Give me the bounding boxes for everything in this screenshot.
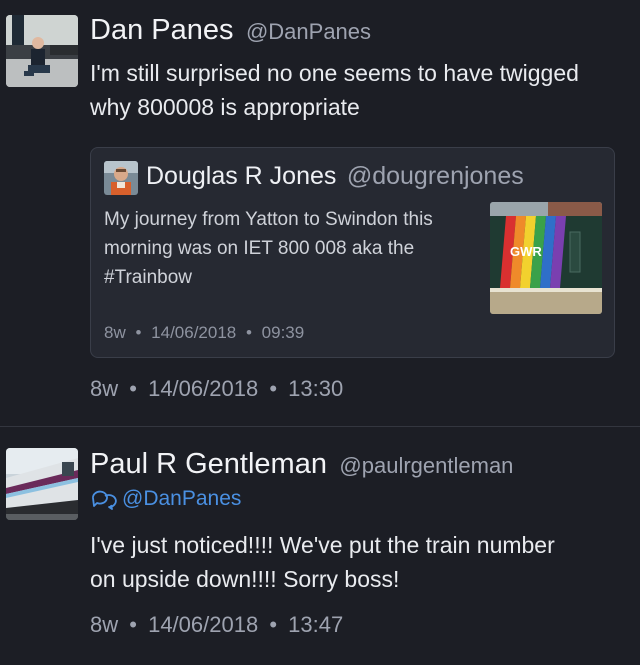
quote-timestamp[interactable]: 8w • 14/06/2018 • 09:39 [104, 323, 304, 343]
quote-author-handle[interactable]: @dougrenjones [347, 162, 524, 190]
tweet1-text: I'm still surprised no one seems to have… [90, 56, 630, 124]
separator-dot: • [245, 323, 252, 342]
separator-dot: • [135, 323, 142, 342]
avatar-dan-panes[interactable] [6, 15, 78, 87]
author-name[interactable]: Dan Panes [90, 14, 234, 46]
tweet-text-line: on upside down!!!! Sorry boss! [90, 566, 400, 592]
author-name[interactable]: Paul R Gentleman [90, 448, 327, 480]
avatar-photo [6, 15, 78, 87]
separator-dot: • [269, 376, 278, 401]
author-handle[interactable]: @DanPanes [246, 19, 371, 44]
tweet2-header: Paul R Gentleman @paulrgentleman [90, 448, 513, 481]
quote-age: 8w [104, 323, 126, 342]
tweet-text-line: I'm still surprised no one seems to have… [90, 60, 579, 86]
quote-text-line: morning was on IET 800 008 aka the [104, 238, 415, 259]
avatar-photo [104, 161, 138, 195]
tweet-date: 14/06/2018 [148, 612, 259, 637]
avatar-photo [6, 448, 78, 520]
separator-dot: • [129, 612, 137, 637]
quote-time: 09:39 [261, 323, 305, 342]
quote-text: My journey from Yatton to Swindon this m… [104, 205, 484, 292]
tweet-date: 14/06/2018 [148, 376, 259, 401]
tweet2-timestamp[interactable]: 8w • 14/06/2018 • 13:47 [90, 612, 343, 638]
tweet-divider [0, 426, 640, 427]
separator-dot: • [129, 376, 137, 401]
quote-header: Douglas R Jones @dougrenjones [146, 162, 524, 191]
separator-dot: • [269, 612, 278, 637]
quoted-tweet-card[interactable]: Douglas R Jones @dougrenjones My journey… [90, 147, 615, 358]
conversation-icon [92, 490, 117, 510]
tweet-time: 13:47 [288, 612, 344, 637]
tweet2-text: I've just noticed!!!! We've put the trai… [90, 528, 630, 596]
reply-to-handle[interactable]: @DanPanes [122, 487, 241, 511]
reply-context: @DanPanes [90, 487, 241, 511]
tweet-age: 8w [90, 376, 119, 401]
quote-text-line: My journey from Yatton to Swindon this [104, 209, 433, 230]
author-handle[interactable]: @paulrgentleman [339, 453, 513, 478]
tweet1-timestamp[interactable]: 8w • 14/06/2018 • 13:30 [90, 376, 343, 402]
quote-author-name[interactable]: Douglas R Jones [146, 162, 336, 190]
quote-media-thumbnail[interactable]: GWR [490, 202, 602, 314]
avatar-paul-r-gentleman[interactable] [6, 448, 78, 520]
tweet-age: 8w [90, 612, 119, 637]
tweet-text-line: why 800008 is appropriate [90, 94, 360, 120]
gwr-logo: GWR [510, 244, 542, 259]
quote-hashtag[interactable]: #Trainbow [104, 263, 484, 292]
train-photo: GWR [490, 202, 602, 314]
avatar-douglas-r-jones[interactable] [104, 161, 138, 195]
tweet-time: 13:30 [288, 376, 344, 401]
tweet-text-line: I've just noticed!!!! We've put the trai… [90, 532, 555, 558]
quote-date: 14/06/2018 [151, 323, 237, 342]
tweet1-header: Dan Panes @DanPanes [90, 14, 371, 47]
